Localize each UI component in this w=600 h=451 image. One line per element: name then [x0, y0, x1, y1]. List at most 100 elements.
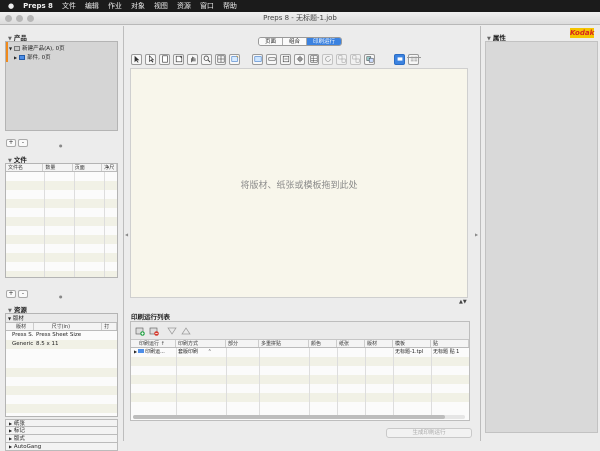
run-list-header: 印刷运行 ↑ 印刷方式 部分 多重拼贴 颜色 纸张 版材 模板 贴 — [131, 340, 469, 348]
tab-press-run[interactable]: 印刷运行 — [307, 38, 342, 45]
col-paper[interactable]: 纸张 — [337, 340, 365, 347]
col-filename[interactable]: 文件名 — [6, 164, 44, 171]
resource-row[interactable]: Press S... Press Sheet Size — [6, 331, 117, 340]
remove-run-icon[interactable] — [149, 326, 159, 336]
disclosure-triangle-icon: ▼ — [8, 316, 12, 321]
move-down-icon[interactable] — [167, 327, 177, 335]
refresh-icon — [324, 56, 331, 62]
sheet-tool-button[interactable] — [173, 53, 184, 65]
properties-panel: ▼ 属性 Kodak — [480, 26, 600, 441]
subselect-tool-button[interactable] — [145, 53, 156, 65]
tab-combine[interactable]: 组合 — [283, 38, 308, 45]
magnifier-icon — [203, 55, 211, 63]
resource-tab-marks[interactable]: ▶ 标记 — [5, 427, 118, 435]
page-tool-button[interactable] — [159, 53, 170, 65]
menu-file[interactable]: 文件 — [62, 1, 76, 11]
window-title: Preps 8 - 无标题-1.job — [263, 14, 337, 22]
tab-pages[interactable]: 页面 — [259, 38, 284, 45]
pointer-icon — [148, 55, 154, 63]
select-tool-button[interactable] — [131, 53, 142, 65]
resource-tab-autogang[interactable]: ▶ AutoGang — [5, 443, 118, 451]
menu-edit[interactable]: 编辑 — [85, 1, 99, 11]
generate-press-run-button[interactable]: 生成印刷运行 — [386, 428, 472, 438]
col-size[interactable]: 尺寸(in) — [34, 323, 103, 330]
zoom-window-button[interactable] — [27, 15, 34, 22]
resize-arrows-icon[interactable]: ▲▼ — [459, 299, 467, 305]
col-quantity[interactable]: 数量 — [43, 164, 73, 171]
sheet-group-header[interactable]: ▼ 版材 — [6, 314, 117, 323]
col-press-run[interactable]: 印刷运行 ↑ — [131, 340, 176, 347]
menu-job[interactable]: 作业 — [108, 1, 122, 11]
col-section[interactable]: 部分 — [226, 340, 259, 347]
resource-row[interactable]: Generic... 8.5 x 11 — [6, 340, 117, 349]
run-list-title: 印刷运行列表 — [131, 313, 170, 321]
distribute-button[interactable] — [350, 53, 361, 65]
distribute-icon — [352, 55, 359, 63]
multi-view-button[interactable] — [408, 53, 419, 65]
view-options-button[interactable] — [215, 53, 226, 65]
add-file-button[interactable]: + — [6, 290, 16, 298]
menu-window[interactable]: 窗口 — [200, 1, 214, 11]
zoom-tool-button[interactable] — [201, 53, 212, 65]
menu-object[interactable]: 对象 — [131, 1, 145, 11]
grid-button[interactable] — [308, 53, 319, 65]
remove-file-button[interactable]: - — [18, 290, 28, 298]
col-multiple-up[interactable]: 多重拼贴 — [259, 340, 309, 347]
menu-app[interactable]: Preps 8 — [23, 2, 53, 10]
scrollbar-thumb[interactable] — [133, 415, 445, 419]
refresh-button[interactable] — [322, 53, 333, 65]
products-tree: ▼ 新建产品(A), 0页 ▶ 部件, 0页 — [5, 41, 118, 131]
hand-icon — [190, 56, 195, 63]
hand-tool-button[interactable] — [187, 53, 198, 65]
zoom-slider-track[interactable] — [407, 57, 421, 58]
col-template[interactable]: 模板 — [393, 340, 431, 347]
layout-canvas[interactable]: 将版材、纸张或模板拖到此处 — [130, 68, 468, 298]
collapse-left-handle-icon[interactable]: ◀ — [125, 232, 128, 237]
menu-view[interactable]: 视图 — [154, 1, 168, 11]
layout-button[interactable] — [252, 53, 263, 65]
col-print[interactable]: 打 — [102, 323, 117, 330]
page-icon — [161, 55, 168, 63]
single-view-button[interactable] — [394, 53, 405, 65]
splitter-handle-icon[interactable]: ● — [59, 143, 63, 148]
table-icon — [310, 55, 317, 63]
crosshair-icon — [296, 55, 303, 63]
col-signature[interactable]: 贴 — [431, 340, 469, 347]
arrow-cursor-icon — [134, 55, 139, 63]
menu-resources[interactable]: 资源 — [177, 1, 191, 11]
fit-button[interactable] — [280, 53, 291, 65]
view-tabs: 页面 组合 印刷运行 — [258, 37, 343, 46]
align-icon — [338, 55, 345, 63]
sheet-add-button[interactable] — [229, 53, 240, 65]
ruler-button[interactable] — [266, 53, 277, 65]
minimize-window-button[interactable] — [16, 15, 23, 22]
add-run-icon[interactable] — [135, 326, 145, 336]
part-icon — [19, 54, 26, 60]
toolbar — [131, 52, 470, 66]
col-pages[interactable]: 页面 — [73, 164, 103, 171]
apple-menu-icon[interactable]: ● — [8, 2, 14, 10]
collapse-right-handle-icon[interactable]: ▶ — [475, 232, 478, 237]
print-method-select[interactable]: 套版印刷 ⌃ — [176, 348, 226, 356]
resource-tab-paper[interactable]: ▶ 纸张 — [5, 419, 118, 427]
col-plate[interactable]: 版材 — [6, 323, 34, 330]
close-window-button[interactable] — [5, 15, 12, 22]
remove-product-button[interactable]: - — [18, 139, 28, 147]
crosshair-button[interactable] — [294, 53, 305, 65]
left-panel: ▼ 产品 ▼ 新建产品(A), 0页 ▶ 部件, 0页 + - ● ▼ 文件 文件名… — [0, 26, 124, 451]
col-print-method[interactable]: 印刷方式 — [176, 340, 226, 347]
menu-help[interactable]: 帮助 — [223, 1, 237, 11]
col-plate[interactable]: 版材 — [365, 340, 393, 347]
run-row[interactable]: ▶ 印刷运... 套版印刷 ⌃ 无标题-1.tpl 无标题 贴 1 — [131, 348, 469, 356]
splitter-handle-icon[interactable]: ● — [59, 294, 63, 299]
move-up-icon[interactable] — [181, 326, 191, 335]
resource-tab-layout[interactable]: ▶ 版式 — [5, 435, 118, 443]
col-color[interactable]: 颜色 — [309, 340, 337, 347]
horizontal-scrollbar[interactable] — [133, 415, 465, 419]
tree-item-product[interactable]: ▼ 新建产品(A), 0页 — [9, 44, 65, 52]
tree-item-part[interactable]: ▶ 部件, 0页 — [14, 53, 51, 61]
stack-button[interactable] — [364, 53, 375, 65]
add-product-button[interactable]: + — [6, 139, 16, 147]
col-trim[interactable]: 净尺 — [102, 164, 117, 171]
align-button[interactable] — [336, 53, 347, 65]
